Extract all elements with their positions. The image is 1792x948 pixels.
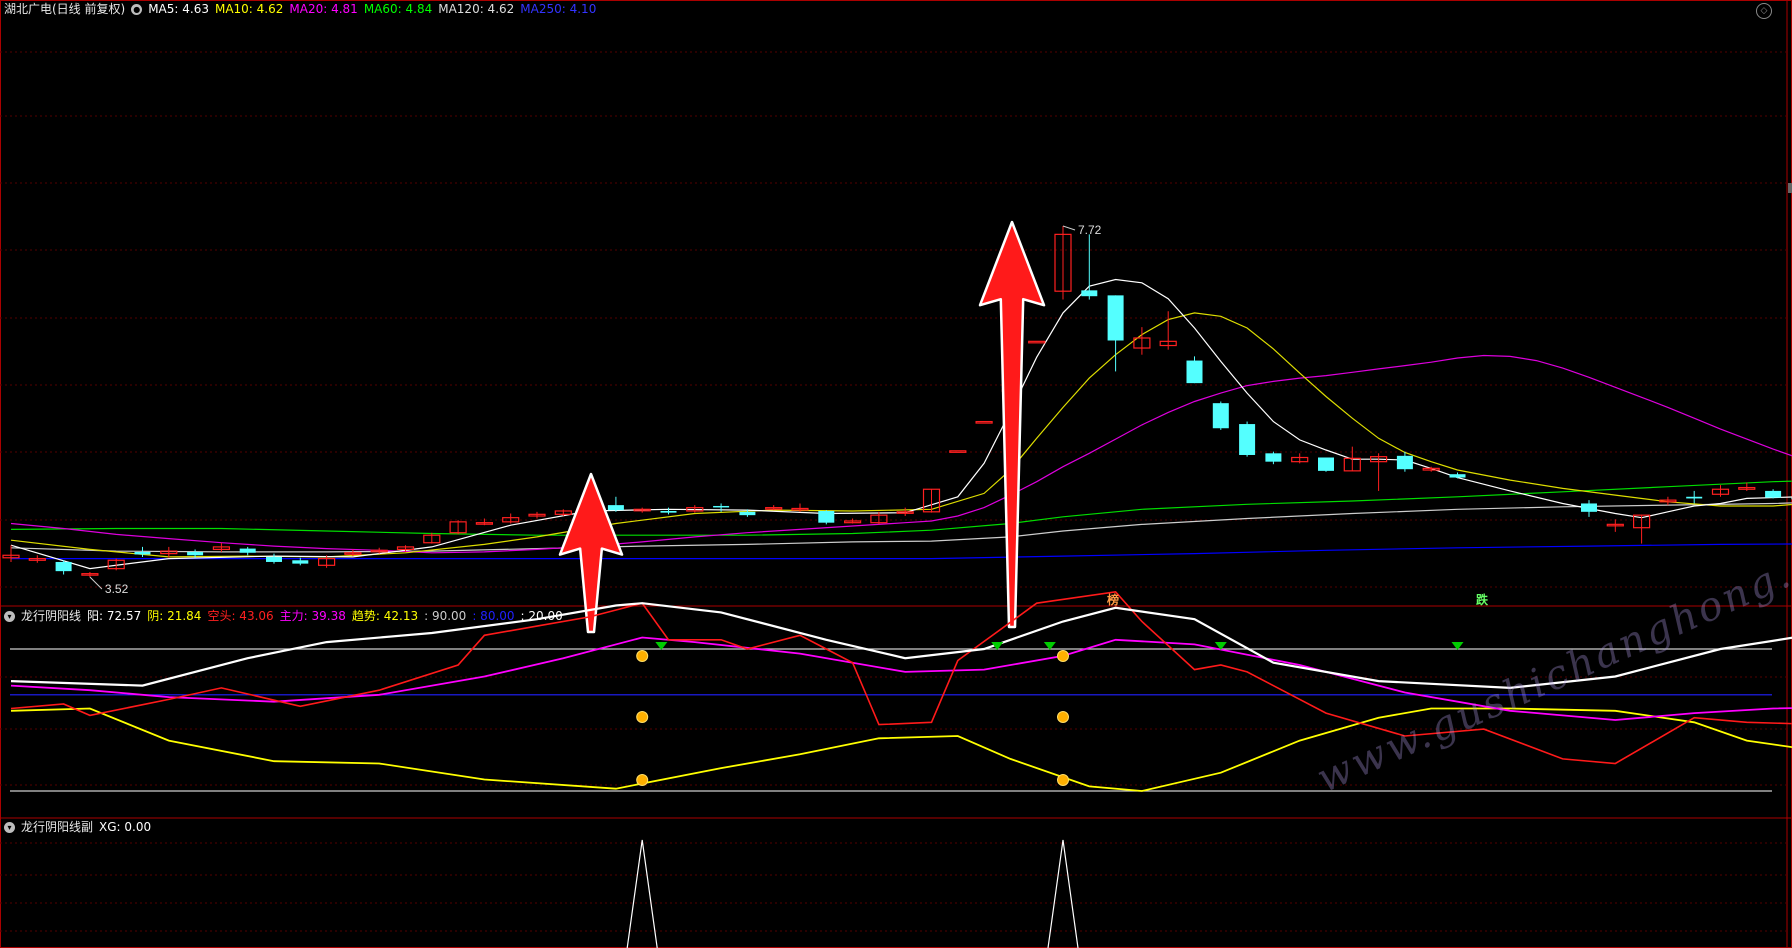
sub-panel-title[interactable]: 龙行阴阳线 xyxy=(21,608,81,624)
coin-icon-1-1 xyxy=(1057,711,1069,723)
ma5-line xyxy=(10,278,1792,570)
candle-body-28 xyxy=(739,511,756,516)
ma120-line xyxy=(10,502,1792,553)
low-price-label: 3.52 xyxy=(105,582,129,596)
high-pointer xyxy=(1062,225,1076,231)
signal-arrow-right xyxy=(978,220,1046,629)
zhuli-label: 主力: 39.38 xyxy=(279,609,346,623)
candle-body-55 xyxy=(1449,474,1466,478)
ma60-label: MA60: 4.84 xyxy=(363,2,433,16)
candle-body-27 xyxy=(713,505,730,508)
candle-body-23 xyxy=(607,505,624,511)
candle-body-37 xyxy=(975,420,993,424)
ma250-label: MA250: 4.10 xyxy=(520,2,597,16)
scroll-marker[interactable] xyxy=(1788,183,1792,193)
candle-body-50 xyxy=(1318,457,1334,471)
candle-body-39 xyxy=(1028,340,1046,344)
candle-body-31 xyxy=(818,510,835,523)
sub-panel2-title[interactable]: 龙行阴阳线副 xyxy=(21,819,93,835)
xg-spike-1 xyxy=(1047,839,1079,948)
high-price-label: 7.72 xyxy=(1078,223,1102,237)
coin-icon-1-2 xyxy=(1057,774,1069,786)
candle-body-9 xyxy=(239,548,256,553)
sub2-indicator-toggle-icon[interactable]: ▾ xyxy=(4,821,15,833)
candle-body-41 xyxy=(1081,290,1098,297)
ma60-line xyxy=(10,480,1792,536)
window-toggle-icon[interactable]: ◇ xyxy=(1756,3,1772,19)
candle-body-47 xyxy=(1239,424,1256,455)
candle-body-42 xyxy=(1107,295,1124,341)
level-80-label: : 80.00 xyxy=(472,609,515,623)
ma120-label: MA120: 4.62 xyxy=(438,2,515,16)
main-indicator-toggle-icon[interactable]: ● xyxy=(131,3,143,15)
coin-icon-0-2 xyxy=(636,774,649,786)
marker-bang: 榜 xyxy=(1107,593,1120,607)
marker-die: 跌 xyxy=(1476,593,1489,607)
stock-chart: 7.72 3.52 xyxy=(0,0,1792,948)
candle-body-46 xyxy=(1212,403,1229,429)
level-20-label: : 20.00 xyxy=(520,609,563,623)
candle-body-11 xyxy=(292,560,309,564)
ma5-label: MA5: 4.63 xyxy=(148,2,209,16)
candle-body-53 xyxy=(1396,455,1413,470)
xg-label: XG: 0.00 xyxy=(99,820,152,834)
candle-body-5 xyxy=(134,551,151,555)
candle-body-10 xyxy=(266,556,282,562)
yin-line xyxy=(10,707,1792,792)
candle-body-48 xyxy=(1265,453,1282,462)
ma20-label: MA20: 4.81 xyxy=(289,2,358,16)
candle-body-25 xyxy=(660,510,677,513)
candle-body-64 xyxy=(1686,496,1703,499)
candle-body-2 xyxy=(55,561,72,572)
xg-spike-0 xyxy=(626,839,658,948)
kongtou-label: 空头: 43.06 xyxy=(207,609,274,623)
coin-icon-1-0 xyxy=(1057,650,1069,662)
main-panel-header: 湖北广电(日线 前复权) ● MA5: 4.63 MA10: 4.62 MA20… xyxy=(4,1,596,17)
yin-label: 阴: 21.84 xyxy=(147,609,202,623)
candle-body-67 xyxy=(1765,490,1782,498)
qushi-label: 趋势: 42.13 xyxy=(351,609,419,623)
sub-panel-header: ▾ 龙行阴阳线 阳: 72.57 阴: 21.84 空头: 43.06 主力: … xyxy=(4,608,563,624)
yang-label: 阳: 72.57 xyxy=(87,609,142,623)
candle-body-60 xyxy=(1581,503,1597,512)
sub-indicator-toggle-icon[interactable]: ▾ xyxy=(4,610,15,622)
level-90-label: : 90.00 xyxy=(424,609,467,623)
stock-title[interactable]: 湖北广电(日线 前复权) xyxy=(4,1,125,17)
candle-body-45 xyxy=(1186,360,1203,384)
ma10-label: MA10: 4.62 xyxy=(214,2,284,16)
signal-arrow-left xyxy=(558,472,624,634)
candle-body-7 xyxy=(187,551,204,556)
sub-panel2-header: ▾ 龙行阴阳线副 XG: 0.00 xyxy=(4,819,151,835)
outer-frame xyxy=(0,0,1792,948)
candle-body-36 xyxy=(949,450,967,453)
coin-icon-0-1 xyxy=(636,711,649,723)
coin-icon-0-0 xyxy=(636,650,649,662)
